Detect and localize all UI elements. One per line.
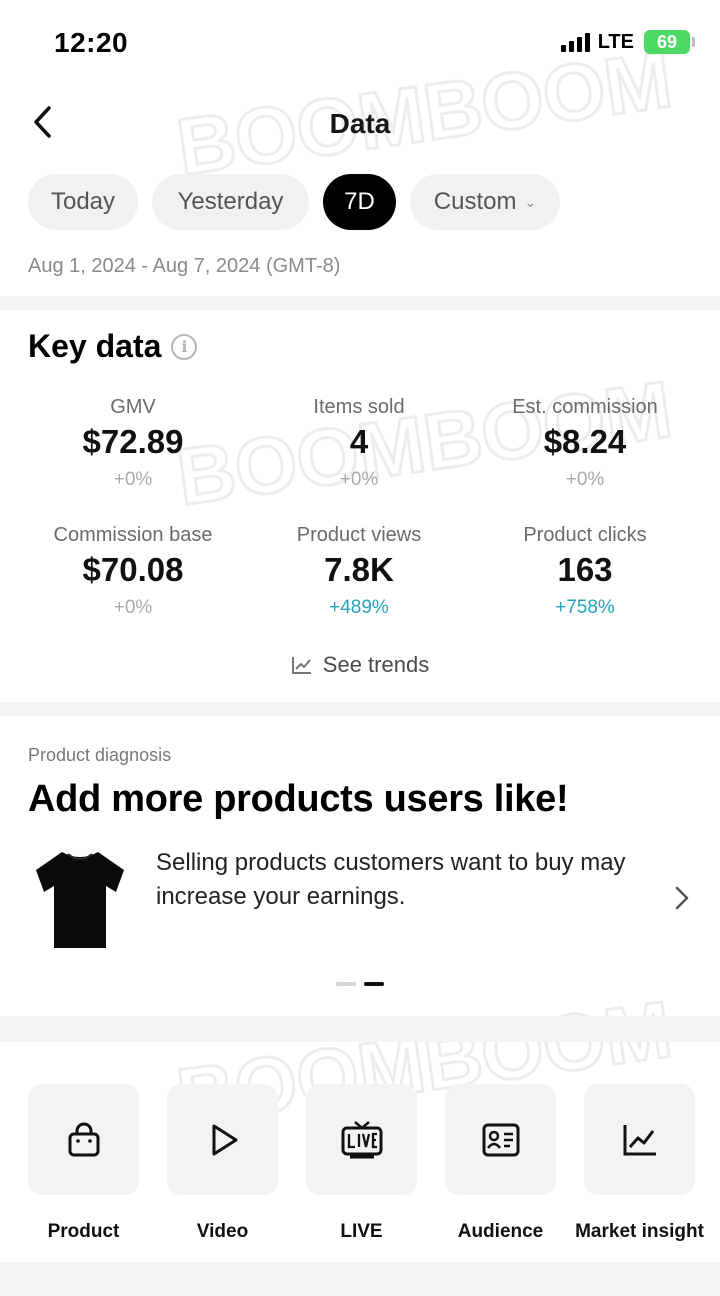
- tool-product[interactable]: Product: [28, 1084, 139, 1243]
- metric-label: Commission base: [53, 524, 213, 546]
- metric-label: Items sold: [313, 396, 405, 418]
- chevron-right-icon: [675, 886, 689, 910]
- metric-value: $8.24: [543, 423, 627, 460]
- tool-icon-box: [445, 1084, 556, 1195]
- tshirt-image: [36, 852, 124, 948]
- info-icon[interactable]: i: [171, 333, 198, 360]
- shopping-bag-icon: [68, 1122, 99, 1156]
- tool-icon-box: [167, 1084, 278, 1195]
- metric-change: +0%: [565, 469, 605, 490]
- metric-change: +0%: [339, 469, 379, 490]
- carousel-dot[interactable]: [336, 982, 356, 986]
- section-divider: [0, 1262, 720, 1296]
- status-bar: 12:20 LTE 69: [0, 0, 720, 86]
- key-data-title: Key data: [28, 328, 162, 364]
- metric-gmv[interactable]: GMV $72.89 +0%: [20, 396, 246, 502]
- tab-today[interactable]: Today: [28, 174, 138, 230]
- carousel-dot-active[interactable]: [364, 982, 384, 986]
- battery-icon: 69: [644, 30, 695, 54]
- metric-label: Product clicks: [523, 524, 647, 546]
- battery-level: 69: [656, 31, 678, 52]
- signal-icon: [560, 32, 590, 52]
- tool-label: Product: [47, 1221, 120, 1242]
- diagnosis-text: Selling products customers want to buy m…: [156, 849, 626, 910]
- page-title: Data: [329, 108, 391, 139]
- section-divider: [0, 296, 720, 310]
- tool-label: LIVE: [340, 1221, 383, 1242]
- status-time: 12:20: [54, 27, 129, 58]
- diagnosis-card[interactable]: Selling products customers want to buy m…: [28, 838, 708, 958]
- status-indicators: LTE 69: [560, 30, 695, 54]
- tool-label: Audience: [457, 1221, 544, 1242]
- metric-change: +0%: [113, 469, 153, 490]
- metric-commission-base[interactable]: Commission base $70.08 +0%: [20, 524, 246, 630]
- diagnosis-label: Product diagnosis: [28, 745, 172, 765]
- metric-change: +0%: [113, 597, 153, 618]
- play-icon: [212, 1124, 237, 1155]
- tab-custom[interactable]: Custom ⌄: [410, 174, 560, 230]
- tab-label: 7D: [344, 188, 375, 215]
- tab-label: Yesterday: [177, 188, 284, 215]
- date-range: Aug 1, 2024 - Aug 7, 2024 (GMT-8): [28, 255, 341, 277]
- period-tabs: Today Yesterday 7D Custom ⌄: [28, 174, 560, 230]
- section-divider: [0, 702, 720, 716]
- metric-value: 7.8K: [324, 551, 394, 588]
- section-divider: [0, 1016, 720, 1042]
- trend-chart-icon: [291, 657, 311, 674]
- tool-icon-box: [584, 1084, 695, 1195]
- id-card-icon: [482, 1123, 519, 1156]
- tools-row: Product Video LIVE Audience Market insig…: [28, 1084, 704, 1243]
- metric-value: $72.89: [82, 423, 184, 460]
- tool-label: Market insight: [575, 1221, 704, 1242]
- chevron-down-icon: ⌄: [524, 193, 537, 210]
- metric-label: GMV: [110, 396, 156, 418]
- tab-label: Today: [50, 188, 116, 215]
- header: Data: [0, 92, 720, 156]
- diagnosis-title: Add more products users like!: [28, 778, 569, 820]
- tool-icon-box: [28, 1084, 139, 1195]
- metric-items-sold[interactable]: Items sold 4 +0%: [246, 396, 472, 502]
- line-chart-icon: [623, 1124, 656, 1155]
- metrics-grid: GMV $72.89 +0% Items sold 4 +0% Est. com…: [20, 396, 700, 630]
- live-tv-icon: [341, 1120, 382, 1158]
- metric-est-commission[interactable]: Est. commission $8.24 +0%: [472, 396, 698, 502]
- network-label: LTE: [597, 30, 634, 53]
- tool-label: Video: [196, 1221, 249, 1242]
- metric-label: Product views: [296, 524, 422, 546]
- metric-product-clicks[interactable]: Product clicks 163 +758%: [472, 524, 698, 630]
- tool-audience[interactable]: Audience: [445, 1084, 556, 1243]
- metric-value: 163: [557, 551, 613, 588]
- tool-live[interactable]: LIVE: [306, 1084, 417, 1243]
- metric-value: $70.08: [82, 551, 184, 588]
- tool-video[interactable]: Video: [167, 1084, 278, 1243]
- key-data-heading: Key data i: [28, 328, 198, 365]
- see-trends-link[interactable]: See trends: [0, 652, 720, 678]
- metric-change: +758%: [555, 597, 615, 618]
- see-trends-label: See trends: [322, 652, 430, 677]
- tab-7d[interactable]: 7D: [323, 174, 396, 230]
- tab-yesterday[interactable]: Yesterday: [152, 174, 309, 230]
- metric-product-views[interactable]: Product views 7.8K +489%: [246, 524, 472, 630]
- metric-label: Est. commission: [512, 396, 658, 418]
- tool-icon-box: [306, 1084, 417, 1195]
- carousel-indicator: [0, 982, 720, 986]
- metric-value: 4: [349, 423, 369, 460]
- metric-change: +489%: [329, 597, 389, 618]
- tab-label: Custom: [433, 188, 517, 215]
- tool-market-insight[interactable]: Market insight: [575, 1084, 704, 1243]
